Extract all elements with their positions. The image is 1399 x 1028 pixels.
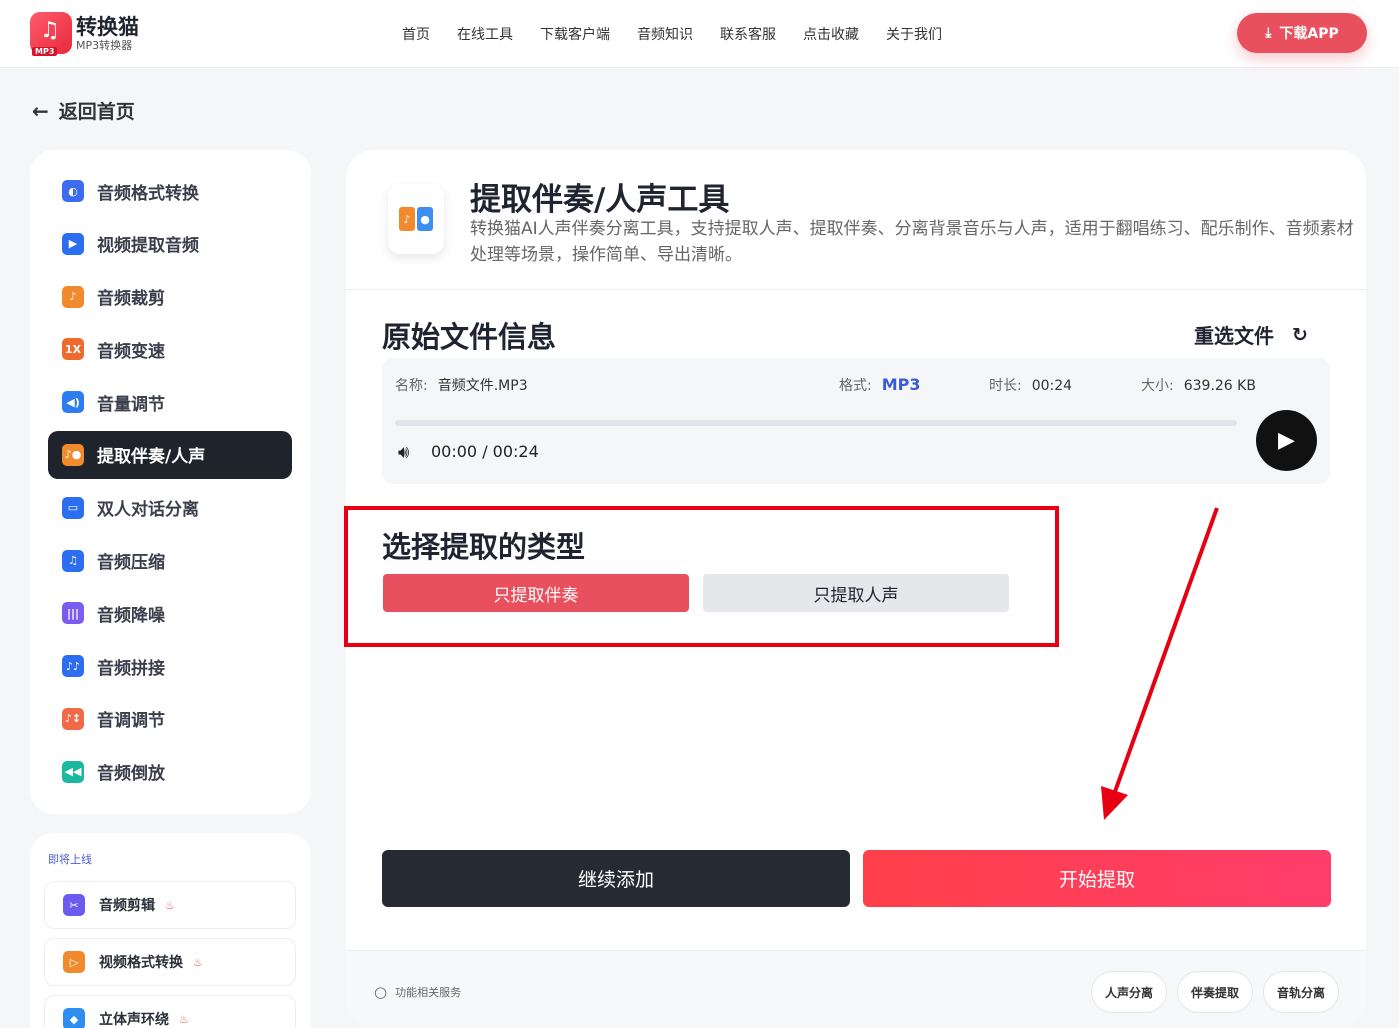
annotation-arrow [1101,507,1219,820]
